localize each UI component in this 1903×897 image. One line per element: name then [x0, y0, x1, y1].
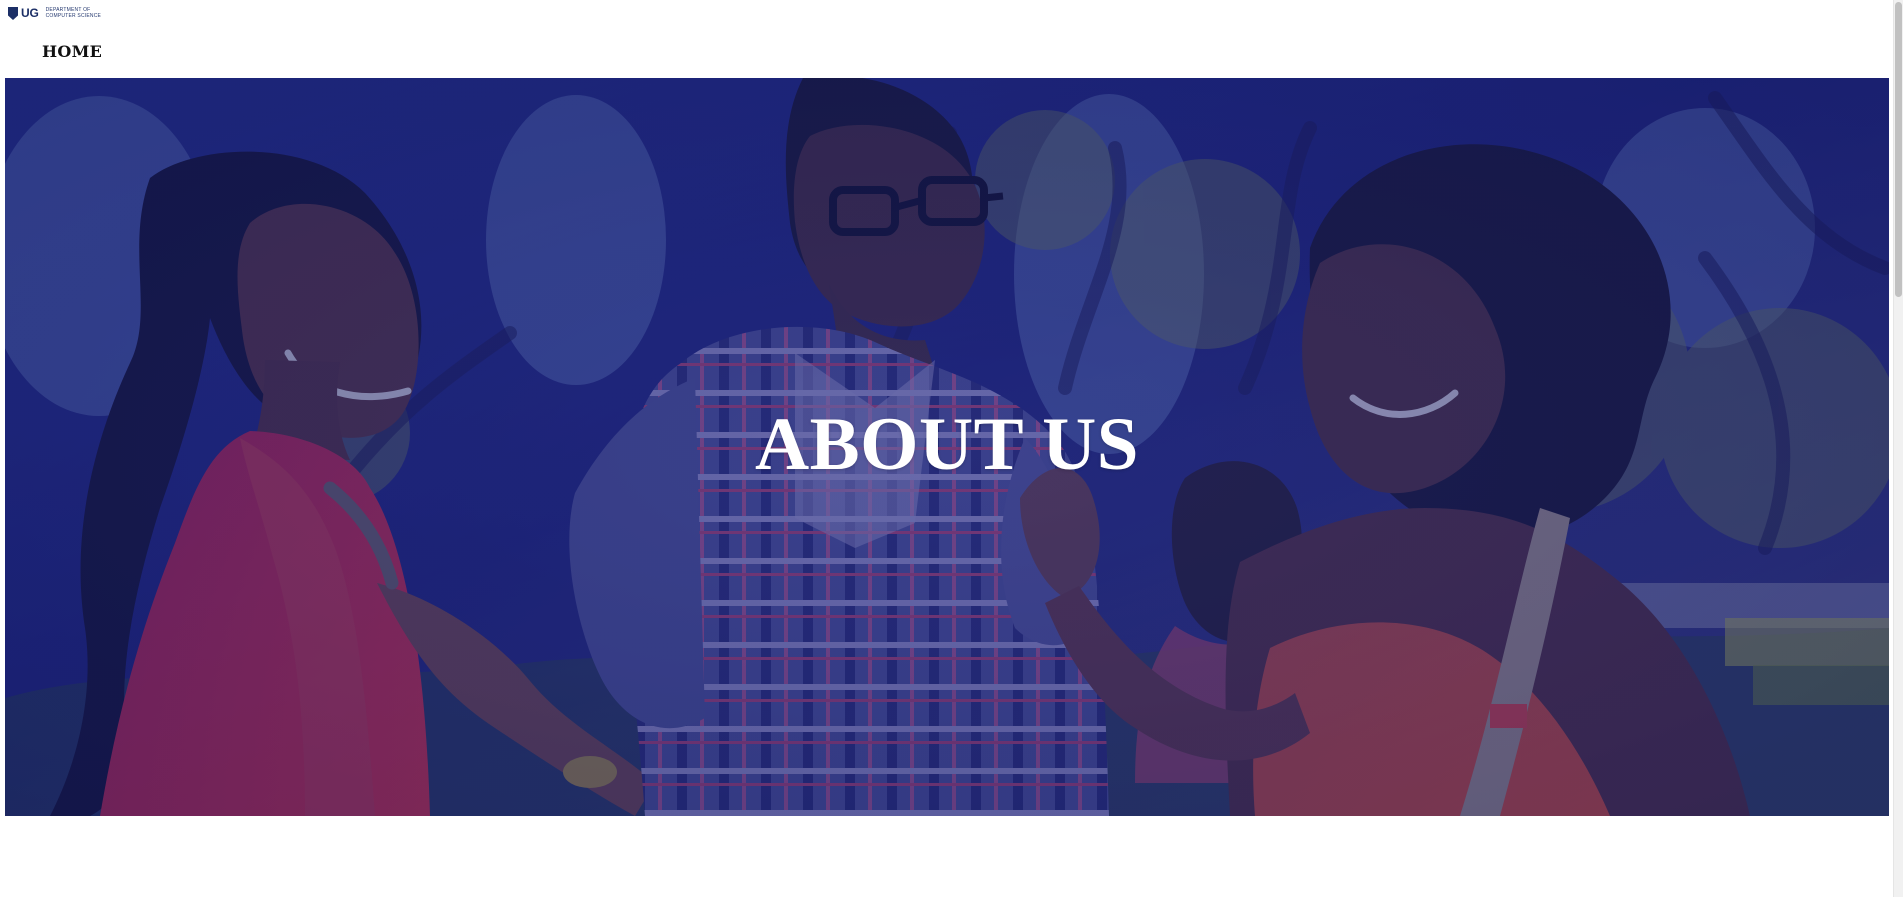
page-title: ABOUT US: [755, 403, 1139, 486]
vertical-scrollbar[interactable]: [1893, 0, 1903, 897]
shield-icon: [8, 7, 18, 20]
main-navigation: HOME: [42, 40, 102, 64]
logo-department-line: COMPUTER SCIENCE: [45, 12, 102, 19]
logo-department-name: DEPARTMENT OF COMPUTER SCIENCE: [46, 7, 101, 19]
nav-home-link[interactable]: HOME: [42, 44, 102, 60]
scrollbar-thumb[interactable]: [1895, 2, 1902, 297]
about-us-hero-banner: ABOUT US: [5, 78, 1889, 816]
university-logo[interactable]: UG DEPARTMENT OF COMPUTER SCIENCE: [8, 5, 101, 20]
logo-mark: UG: [21, 5, 39, 20]
about-us-page: UG DEPARTMENT OF COMPUTER SCIENCE HOME A…: [0, 0, 1903, 897]
